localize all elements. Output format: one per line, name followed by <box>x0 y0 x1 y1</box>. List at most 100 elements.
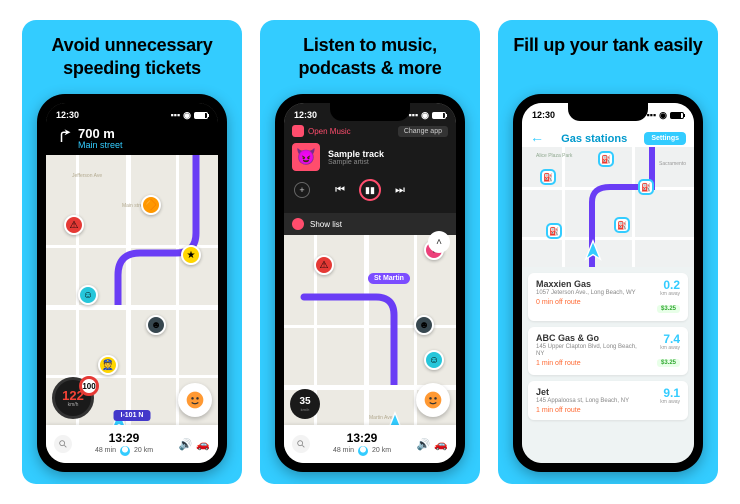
marker-icon[interactable]: ★ <box>181 245 201 265</box>
play-pause-button[interactable]: ▮▮ <box>359 179 381 201</box>
search-button[interactable] <box>292 435 310 453</box>
hazard-marker-icon[interactable]: 🔶 <box>141 195 161 215</box>
hazard-marker-icon[interactable]: ⚠ <box>314 255 334 275</box>
speedometer[interactable]: 35 km/h <box>290 389 320 419</box>
station-distance: 7.4 <box>657 333 680 345</box>
station-name: ABC Gas & Go <box>536 333 646 343</box>
turn-right-icon <box>54 127 72 145</box>
sound-icon[interactable]: 🔊 <box>179 438 193 451</box>
gas-station-pin[interactable]: ⛽ <box>540 169 556 185</box>
eta-time: 13:29 <box>95 432 153 445</box>
carpool-icon[interactable]: 🚗 <box>196 438 210 451</box>
phone-frame: 12:30 ▪▪▪ ◉ 700 m Main street Jefferson … <box>37 94 227 472</box>
back-button[interactable]: ← <box>530 129 544 145</box>
signal-icon: ▪▪▪ <box>171 110 181 120</box>
map[interactable]: Alice Plaza Park Sacramento ⛽ ⛽ ⛽ ⛽ ⛽ <box>522 147 694 267</box>
report-icon <box>423 390 443 410</box>
waze-mood-icon[interactable]: ☻ <box>414 315 434 335</box>
search-icon <box>58 439 68 449</box>
gas-station-list[interactable]: Maxxien Gas 1057 Jeterson Ave., Long Bea… <box>522 267 694 463</box>
eta-time: 13:29 <box>333 432 391 445</box>
police-marker-icon[interactable]: 👮 <box>98 355 118 375</box>
station-detour: 1 min off route <box>536 360 646 367</box>
station-distance: 0.2 <box>657 279 680 291</box>
wifi-icon: ◉ <box>183 110 191 121</box>
speed-unit: km/h <box>301 407 310 412</box>
screen-music: 12:30 ▪▪▪ ◉ Open Music Change app 😈 <box>284 103 456 463</box>
phone-frame: 12:30 ▪▪▪ ◉ ← Gas stations Settings Alic… <box>513 94 703 472</box>
waze-mood-icon[interactable]: ☺ <box>78 285 98 305</box>
station-price: $3.25 <box>657 359 680 367</box>
eta-details: 48 min ⬤ 20 km <box>333 446 391 456</box>
change-app-button[interactable]: Change app <box>398 126 448 137</box>
gas-station-pin[interactable]: ⛽ <box>598 151 614 167</box>
phone-frame: 12:30 ▪▪▪ ◉ Open Music Change app 😈 <box>275 94 465 472</box>
nav-instruction: 700 m Main street <box>54 127 123 150</box>
station-address: 145 Appaloosa st, Long Beach, NY <box>536 398 629 405</box>
search-button[interactable] <box>54 435 72 453</box>
station-address: 1057 Jeterson Ave., Long Beach, WY <box>536 290 636 297</box>
status-time: 12:30 <box>56 110 79 120</box>
settings-button[interactable]: Settings <box>644 132 686 145</box>
showcase-panel-2: Listen to music, podcasts & more 12:30 ▪… <box>260 20 480 484</box>
battery-icon <box>432 112 446 119</box>
signal-icon: ▪▪▪ <box>647 110 657 120</box>
waze-mood-icon[interactable]: ☺ <box>424 350 444 370</box>
track-artist: Sample artist <box>328 159 384 166</box>
waze-mood-icon[interactable]: ☻ <box>146 315 166 335</box>
report-button[interactable] <box>178 383 212 417</box>
notch <box>568 103 648 121</box>
gas-station-pin[interactable]: ⛽ <box>546 223 562 239</box>
panel-title: Avoid unnecessary speeding tickets <box>34 34 230 82</box>
add-track-button[interactable]: + <box>294 182 310 198</box>
speed-limit-sign: 100 <box>79 376 99 396</box>
gas-station-pin[interactable]: ⛽ <box>638 179 654 195</box>
carpool-icon[interactable]: 🚗 <box>434 438 448 451</box>
collapse-button[interactable]: ˄ <box>428 231 450 253</box>
station-distance-unit: km away <box>657 291 680 297</box>
wifi-icon: ◉ <box>421 110 429 121</box>
show-list-bar[interactable]: Show list <box>284 213 456 235</box>
station-detour: 0 min off route <box>536 299 636 306</box>
battery-icon <box>194 112 208 119</box>
showcase-panel-1: Avoid unnecessary speeding tickets 12:30… <box>22 20 242 484</box>
station-price: $3.25 <box>657 305 680 313</box>
station-distance-unit: km away <box>660 399 680 405</box>
report-icon <box>185 390 205 410</box>
station-distance: 9.1 <box>660 387 680 399</box>
wifi-icon: ◉ <box>659 110 667 121</box>
place-pill[interactable]: St Martin <box>368 273 410 284</box>
notch <box>92 103 172 121</box>
waze-icon: ⬤ <box>358 446 368 456</box>
next-track-button[interactable]: ⏭ <box>395 184 405 197</box>
music-source[interactable]: Open Music <box>292 125 351 137</box>
gas-station-pin[interactable]: ⛽ <box>614 217 630 233</box>
report-button[interactable] <box>416 383 450 417</box>
gas-station-card[interactable]: ABC Gas & Go 145 Upper Clapton Blvd, Lon… <box>528 327 688 375</box>
playlist-icon <box>292 218 304 230</box>
prev-track-button[interactable]: ⏮ <box>335 184 345 197</box>
track-row: 😈 Sample track Sample artist <box>284 137 456 177</box>
station-address: 145 Upper Clapton Blvd, Long Beach, NY <box>536 344 646 358</box>
signal-icon: ▪▪▪ <box>409 110 419 120</box>
player-controls: + ⏮ ▮▮ ⏭ <box>284 177 456 207</box>
speedometer[interactable]: 122 km/h 100 <box>52 377 94 419</box>
station-detour: 1 min off route <box>536 407 629 414</box>
panel-title: Fill up your tank easily <box>513 34 702 82</box>
station-name: Maxxien Gas <box>536 279 636 289</box>
eta-bar[interactable]: 13:29 48 min ⬤ 20 km 🔊 🚗 <box>46 425 218 463</box>
eta-bar[interactable]: 13:29 48 min ⬤ 20 km 🔊 🚗 <box>284 425 456 463</box>
hazard-marker-icon[interactable]: ⚠ <box>64 215 84 235</box>
track-name: Sample track <box>328 149 384 159</box>
current-location-icon <box>582 239 604 261</box>
search-icon <box>296 439 306 449</box>
nav-distance: 700 m <box>78 127 123 140</box>
page-title: Gas stations <box>561 133 627 145</box>
status-time: 12:30 <box>294 110 317 120</box>
gas-station-card[interactable]: Jet 145 Appaloosa st, Long Beach, NY 1 m… <box>528 381 688 420</box>
sound-icon[interactable]: 🔊 <box>417 438 431 451</box>
waze-icon: ⬤ <box>120 446 130 456</box>
gas-station-card[interactable]: Maxxien Gas 1057 Jeterson Ave., Long Bea… <box>528 273 688 321</box>
nav-street: Main street <box>78 140 123 150</box>
status-time: 12:30 <box>532 110 555 120</box>
